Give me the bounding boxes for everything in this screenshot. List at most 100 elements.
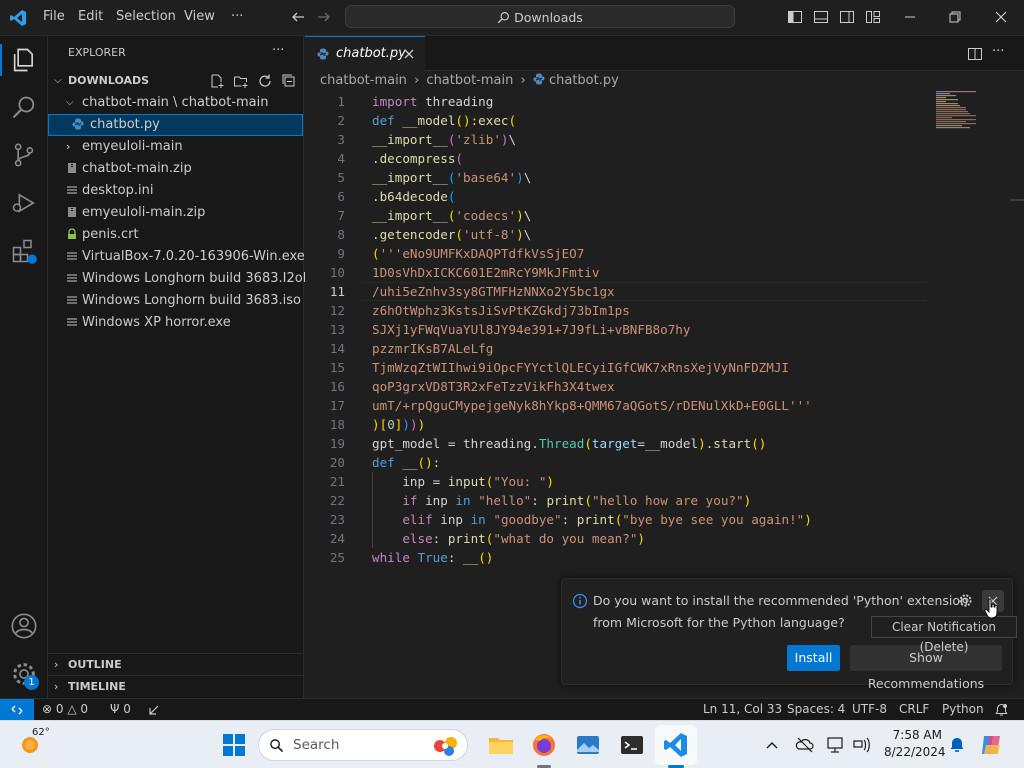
- taskbar-time[interactable]: 7:58 AM: [884, 728, 942, 742]
- toggle-panel-icon[interactable]: [813, 9, 829, 25]
- accounts-icon[interactable]: [10, 612, 38, 640]
- install-button[interactable]: Install: [787, 645, 840, 671]
- code-line: elif inp in "goodbye": print("bye bye se…: [372, 510, 812, 529]
- line-number: 9: [337, 246, 345, 261]
- editor-more-actions[interactable]: ···: [992, 44, 1004, 59]
- breadcrumb-item[interactable]: chatbot-main: [320, 73, 407, 88]
- folder-row-chatbot-main[interactable]: ⌵ chatbot-main \ chatbot-main: [48, 92, 303, 114]
- downloads-section-header[interactable]: ⌵ DOWNLOADS: [48, 70, 303, 92]
- notifications-bell-icon[interactable]: [995, 703, 1008, 717]
- refresh-icon[interactable]: [257, 73, 273, 89]
- code-token: ): [516, 208, 524, 223]
- source-control-icon[interactable]: [10, 141, 38, 169]
- code-line: z6hOtWphz3KstsJiSvPtKZGkdj73bIm1ps: [372, 303, 630, 318]
- folder-row-emyeuloli-main[interactable]: › emyeuloli-main: [48, 136, 303, 158]
- line-ending[interactable]: CRLF: [899, 702, 929, 716]
- new-folder-icon[interactable]: [233, 73, 249, 89]
- cursor-position[interactable]: Ln 11, Col 33: [703, 702, 782, 716]
- file-row-desktop-ini[interactable]: desktop.ini: [48, 180, 303, 202]
- chevron-right-icon: ›: [54, 680, 59, 693]
- show-hidden-icons-chevron-up-icon[interactable]: [765, 739, 779, 751]
- file-label: emyeuloli-main.zip: [82, 205, 206, 220]
- vscode-logo-icon[interactable]: [9, 9, 27, 27]
- line-number: 15: [329, 360, 345, 375]
- more-actions-button[interactable]: ···: [272, 43, 284, 58]
- file-row-emyeuloli-main-zip[interactable]: emyeuloli-main.zip: [48, 202, 303, 224]
- toggle-secondary-sidebar-icon[interactable]: [839, 9, 855, 25]
- minimap[interactable]: [936, 91, 986, 131]
- toggle-primary-sidebar-icon[interactable]: [787, 9, 803, 25]
- ports-status[interactable]: Ψ 0: [110, 702, 131, 716]
- scrollbar-thumb[interactable]: [1010, 199, 1024, 201]
- windows-start-icon[interactable]: [220, 731, 248, 759]
- code-line: __import__('zlib')\: [372, 130, 516, 149]
- outline-section-header[interactable]: › OUTLINE: [48, 654, 303, 676]
- back-arrow-icon[interactable]: [290, 9, 306, 25]
- problems-status[interactable]: ⊗ 0 △ 0: [42, 702, 88, 716]
- firefox-icon[interactable]: [530, 731, 558, 759]
- code-line: gpt_model = threading.Thread(target=__mo…: [372, 434, 766, 453]
- minimize-icon[interactable]: [902, 9, 918, 25]
- breadcrumb-item[interactable]: chatbot-main: [426, 73, 513, 88]
- close-tab-icon[interactable]: [403, 48, 415, 60]
- code-token: target: [591, 436, 638, 451]
- editor-tabs: chatbot.py ···: [305, 36, 1024, 71]
- restore-icon[interactable]: [947, 9, 963, 25]
- menu-edit[interactable]: Edit: [78, 9, 103, 24]
- customize-layout-icon[interactable]: [865, 9, 881, 25]
- file-row-chatbot-py[interactable]: chatbot.py: [48, 114, 303, 136]
- split-editor-icon[interactable]: [967, 46, 983, 62]
- code-line: def __():: [372, 453, 440, 472]
- run-debug-icon[interactable]: [10, 189, 38, 217]
- taskbar-search-box[interactable]: Search: [258, 729, 468, 761]
- menu-more[interactable]: ···: [231, 9, 243, 24]
- photos-app-icon[interactable]: [574, 731, 602, 759]
- code-token: def: [372, 455, 395, 470]
- indentation[interactable]: Spaces: 4: [787, 702, 845, 716]
- menu-view[interactable]: View: [184, 9, 215, 24]
- language-mode[interactable]: Python: [942, 702, 984, 716]
- menu-file[interactable]: File: [43, 9, 65, 24]
- command-center-search[interactable]: Downloads: [345, 5, 735, 28]
- taskbar-date[interactable]: 8/22/2024: [884, 745, 946, 759]
- file-row-xp-horror-exe[interactable]: Windows XP horror.exe: [48, 312, 303, 334]
- onedrive-offline-icon[interactable]: [795, 735, 815, 755]
- display-icon[interactable]: [826, 735, 846, 755]
- remote-indicator[interactable]: [0, 699, 34, 720]
- code-token: import: [372, 94, 418, 109]
- chevron-down-icon: ⌵: [66, 97, 74, 108]
- line-number: 13: [329, 322, 345, 337]
- menu-selection[interactable]: Selection: [116, 9, 176, 24]
- collapse-all-icon[interactable]: [281, 73, 297, 89]
- extensions-icon[interactable]: [10, 237, 38, 265]
- file-row-chatbot-main-zip[interactable]: chatbot-main.zip: [48, 158, 303, 180]
- network-volume-icon[interactable]: [852, 735, 872, 755]
- search-icon: [497, 12, 510, 24]
- encoding[interactable]: UTF-8: [852, 702, 887, 716]
- breadcrumb-item[interactable]: chatbot.py: [549, 73, 619, 88]
- tab-chatbot-py[interactable]: chatbot.py: [305, 36, 425, 71]
- forward-arrow-icon[interactable]: [316, 9, 332, 25]
- explorer-icon[interactable]: [10, 46, 38, 74]
- file-explorer-icon[interactable]: [487, 731, 515, 759]
- file-row-longhorn-i2or[interactable]: Windows Longhorn build 3683.I2oR...: [48, 268, 324, 290]
- code-editor[interactable]: chatbot-main › chatbot-main › chatbot.py…: [305, 71, 1024, 698]
- debug-icon[interactable]: [147, 703, 161, 717]
- copilot-icon[interactable]: [978, 732, 1004, 758]
- new-file-icon[interactable]: [209, 73, 225, 89]
- timeline-section-header[interactable]: › TIMELINE: [48, 676, 303, 698]
- notification-settings-gear-icon[interactable]: [958, 593, 973, 608]
- terminal-icon[interactable]: [618, 731, 646, 759]
- notification-bell-icon[interactable]: [948, 736, 966, 754]
- code-line: while True: __(): [372, 548, 493, 567]
- close-window-icon[interactable]: [993, 9, 1009, 25]
- search-icon: [270, 739, 284, 753]
- vscode-taskbar-icon[interactable]: [662, 731, 690, 759]
- search-view-icon[interactable]: [10, 94, 38, 122]
- file-row-virtualbox-exe[interactable]: VirtualBox-7.0.20-163906-Win.exe: [48, 246, 305, 268]
- file-row-longhorn-iso[interactable]: Windows Longhorn build 3683.iso: [48, 290, 303, 312]
- file-row-penis-crt[interactable]: penis.crt: [48, 224, 303, 246]
- timeline-label: TIMELINE: [68, 680, 126, 693]
- code-token: __import__: [372, 170, 448, 185]
- code-token: \: [523, 227, 532, 242]
